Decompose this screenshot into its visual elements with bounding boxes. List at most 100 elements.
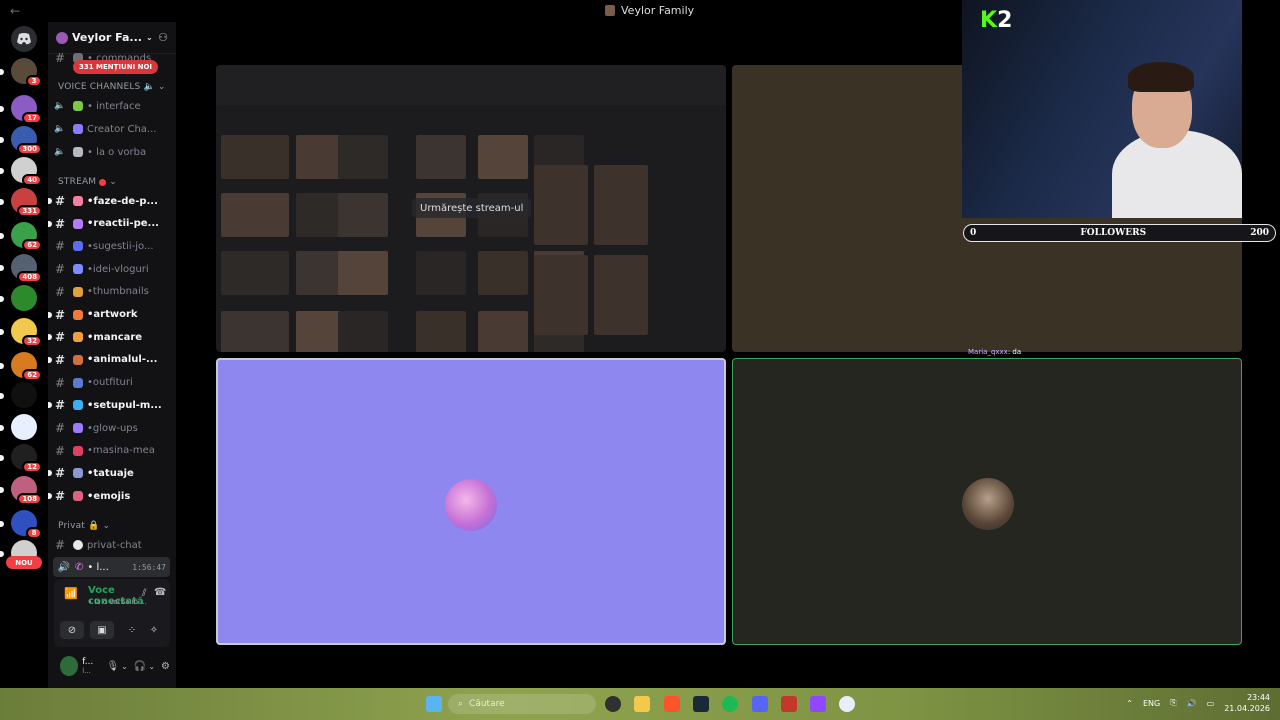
user-avatar[interactable] [60,656,79,676]
voice-channel-3[interactable]: 🔈 • la o vorba [53,142,170,162]
mention-badge: 62 [22,369,42,381]
signal-icon[interactable]: 📶 [64,587,78,600]
chevron-up-icon[interactable]: ⌃ [1126,699,1133,708]
server-icon-5[interactable]: 331 [0,188,42,217]
server-icon-13[interactable]: 12 [0,444,42,473]
microphone-icon[interactable]: 🎙 [106,661,119,672]
settings-gear-icon[interactable]: ⚙ [161,661,170,672]
unread-dot [48,356,52,363]
battery-icon[interactable]: ▭ [1207,699,1215,708]
server-icon-11[interactable] [0,382,37,408]
preview-thumbnail [534,255,588,335]
server-icon-7[interactable]: 408 [0,254,42,283]
stream-channel-6[interactable]: # • artwork [48,305,170,325]
add-member-icon[interactable]: ⚇ [158,31,168,44]
chat-username: Maria_qxxx [968,348,1008,356]
stream-channel-7[interactable]: # • mancare [48,327,170,347]
unread-pill [0,199,4,205]
app-purple-icon[interactable] [810,696,826,712]
server-icon-4[interactable]: 40 [0,157,42,186]
stream-channel-12[interactable]: # • masina-mea [53,441,170,461]
server-icon-12[interactable] [0,414,37,440]
start-button-icon[interactable] [426,696,442,712]
chevron-down-icon: ⌄ [145,33,153,42]
participant-tile-1[interactable] [216,358,726,645]
clock-time: 23:44 [1246,693,1270,702]
preview-thumbnail [338,251,388,295]
stream-channel-3[interactable]: # • sugestii-jo... [53,236,170,256]
stream-channel-1[interactable]: # • faze-de-p... [48,191,170,211]
screen-share-button[interactable]: ▣ [90,621,114,639]
stream-channel-9[interactable]: # • outfituri [53,373,170,393]
volume-icon[interactable]: 🔊 [1187,699,1197,708]
headphones-icon[interactable]: 🎧 [134,661,146,672]
stream-channel-8[interactable]: # • animalul-... [48,350,170,370]
chevron-down-icon[interactable]: ⌄ [148,662,155,671]
mentions-badge[interactable]: 331 MENȚIUNI NOI [73,60,159,74]
activities-button[interactable]: ⁘ [120,621,144,639]
stream-channel-2[interactable]: # • reactii-pe... [48,214,170,234]
voice-channel-1[interactable]: 🔈 • interface [53,96,170,116]
hash-icon: # [54,466,66,481]
disconnect-icon[interactable]: ☎ [154,587,166,598]
camera-off-icon: ⊘ [67,624,77,636]
category-privat[interactable]: Privat 🔒 ⌄ [58,521,110,531]
stream-channel-11[interactable]: # • glow-ups [53,418,170,438]
stream-channel-5[interactable]: # • thumbnails [53,282,170,302]
server-icon-9[interactable]: 32 [0,318,42,347]
taskbar-search[interactable]: ⌕ Căutare [448,694,596,714]
language-indicator[interactable]: ENG [1143,699,1160,708]
category-voice-channels[interactable]: VOICE CHANNELS 🔈 ⌄ [58,82,166,92]
server-icon-15[interactable]: 8 [0,510,42,539]
server-icon-6[interactable]: 62 [0,222,42,251]
file-explorer-icon[interactable] [634,696,650,712]
stream-channel-13[interactable]: # • tatuaje [48,463,170,483]
user-name[interactable]: f... l... [82,657,100,675]
discord-home-button[interactable] [11,26,37,52]
preview-thumbnail [534,165,588,245]
stream-channel-14[interactable]: # • emojis [48,486,170,506]
obs-icon[interactable] [605,696,621,712]
active-voice-channel[interactable]: 🔊 ✆ • l... 1:56:47 [53,557,170,577]
spotify-icon[interactable] [722,696,738,712]
hash-icon: # [54,307,66,322]
stream-channel-10[interactable]: # • setupul-m... [48,395,170,415]
server-icon-3[interactable]: 300 [0,126,42,155]
steam-icon[interactable] [693,696,709,712]
server-icon-1[interactable]: 3 [0,58,42,87]
server-icon-2[interactable]: 17 [0,95,42,124]
brave-browser-icon[interactable] [664,696,680,712]
server-thumbnail-icon [605,5,615,16]
new-badge[interactable]: NOU [6,556,42,569]
server-icon-8[interactable] [0,285,37,311]
red-dot-icon [99,178,107,186]
soundboard-button[interactable]: ✧ [142,621,166,639]
unread-dot [48,198,52,204]
category-stream[interactable]: STREAM ⌄ [58,177,117,187]
chevron-down-icon[interactable]: ⌄ [121,662,128,671]
mention-badge: 8 [26,527,42,539]
voicemeeter-icon[interactable] [781,696,797,712]
discord-taskbar-icon[interactable] [752,696,768,712]
stream-channel-4[interactable]: # • idei-vloguri [53,259,170,279]
channel-label: sugestii-jo... [92,240,154,252]
window-title-text: Veylor Family [621,4,695,17]
camera-off-button[interactable]: ⊘ [60,621,84,639]
back-arrow-icon[interactable]: ← [10,4,20,18]
participant-tile-2[interactable] [732,358,1242,645]
mention-badge: 108 [17,493,42,505]
stream-tile-screenshare[interactable]: Urmărește stream-ul [216,65,726,352]
network-icon[interactable]: ⎘ [1170,698,1176,708]
server-icon-10[interactable]: 62 [0,352,42,381]
watch-stream-button[interactable]: Urmărește stream-ul [412,198,532,218]
clock[interactable]: 23:44 21.04.2026 [1224,692,1270,714]
channel-label: Creator Cha... [87,123,157,135]
noise-suppression-icon[interactable]: ⫽ [142,588,146,599]
preview-browser-bar [216,65,726,105]
voice-channel-2[interactable]: 🔈 Creator Cha... [53,119,170,139]
hash-icon: # [54,443,66,458]
channel-privat-chat[interactable]: # privat-chat [53,535,170,555]
app-circle-icon[interactable] [839,696,855,712]
voice-channel-info[interactable]: • la o vorba in ... [88,598,147,606]
server-icon-14[interactable]: 108 [0,476,42,505]
